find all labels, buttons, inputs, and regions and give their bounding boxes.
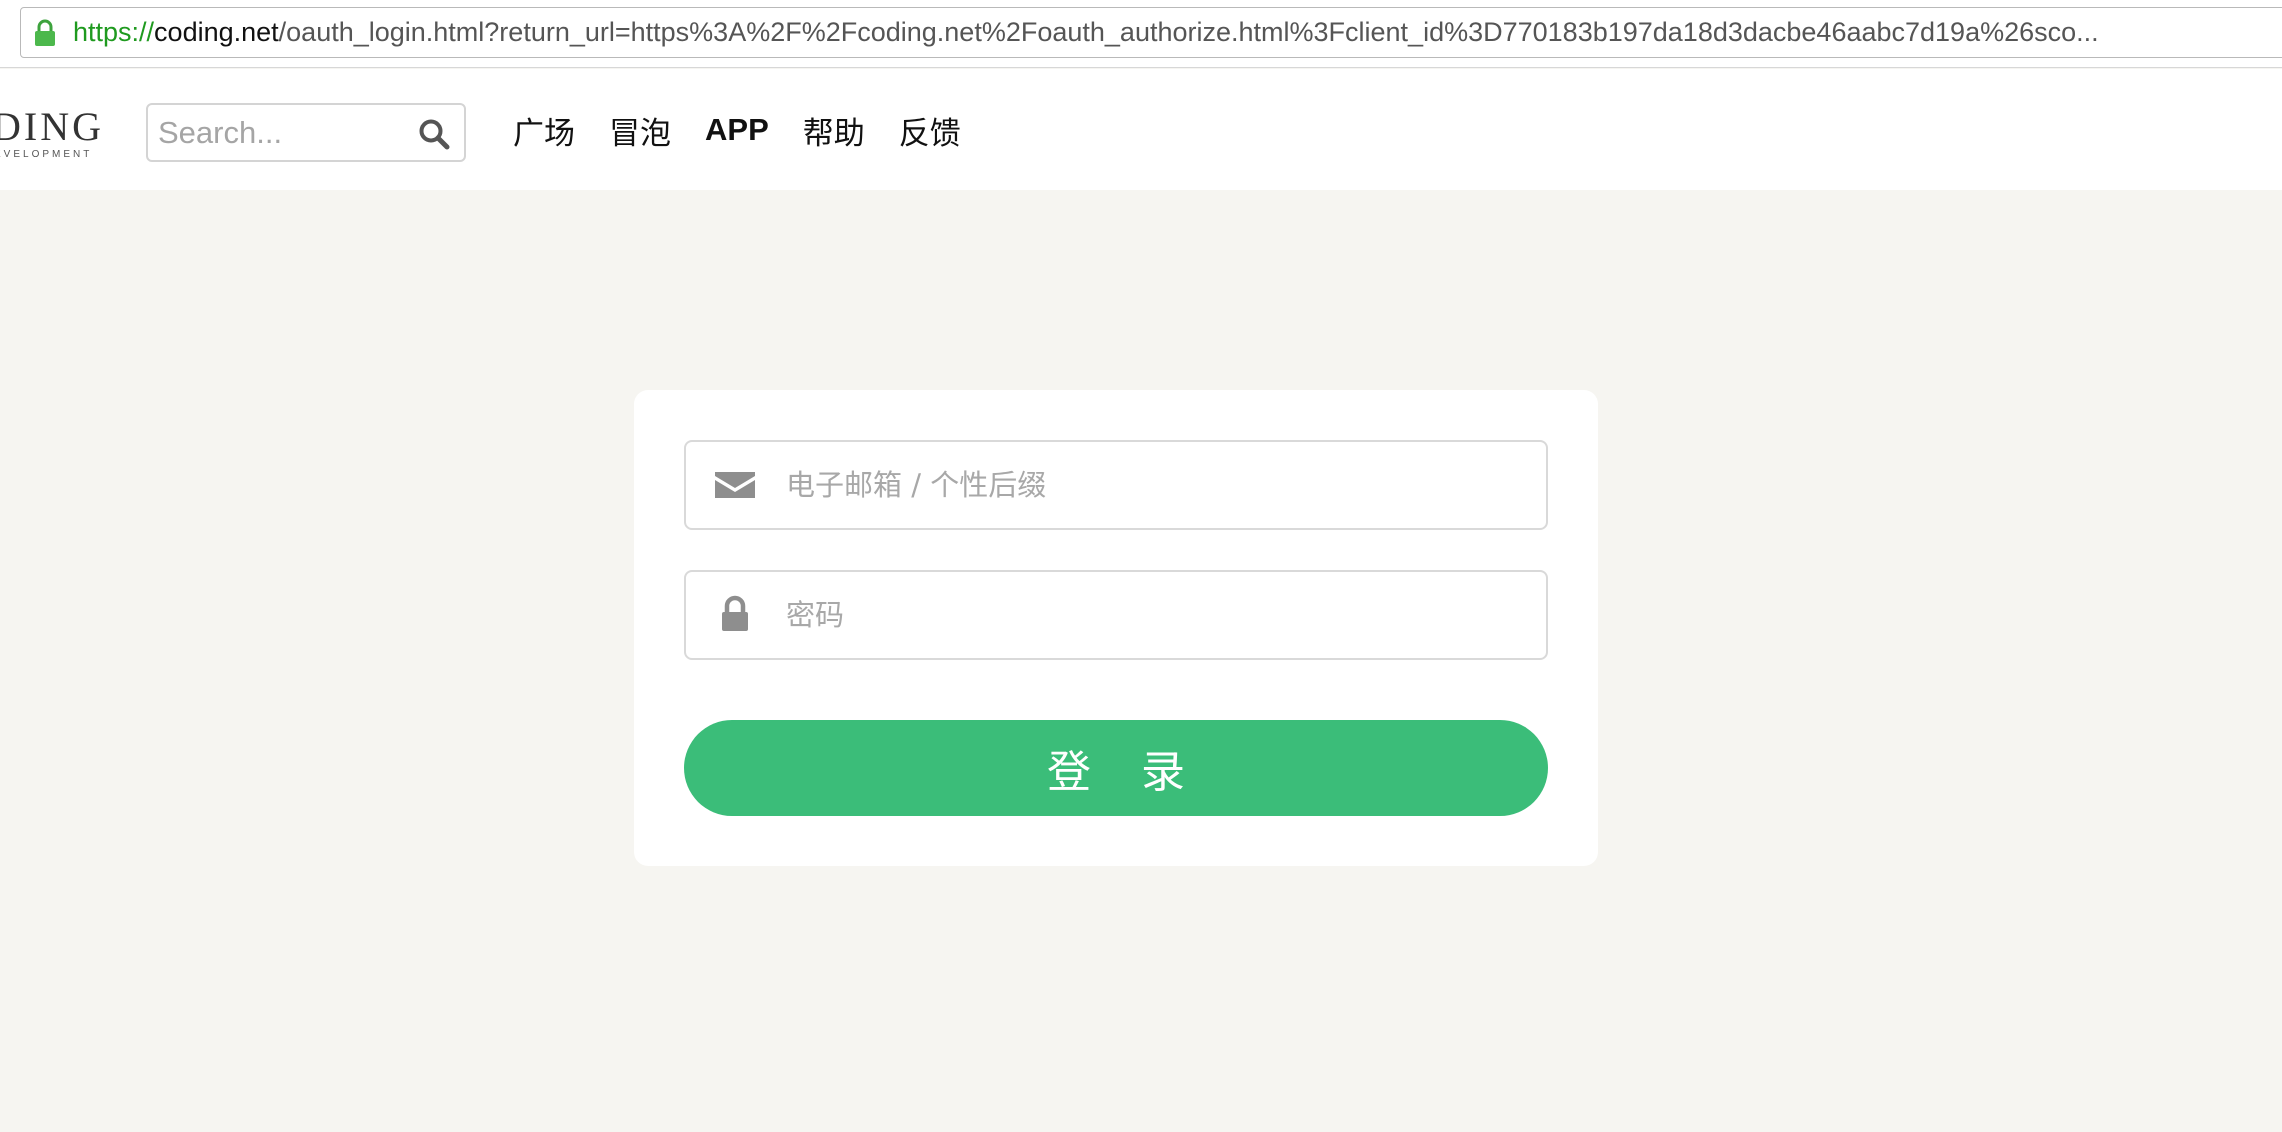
login-card: 登 录 xyxy=(634,390,1598,866)
nav-item-square[interactable]: 广场 xyxy=(513,108,575,153)
envelope-icon xyxy=(715,472,755,498)
email-input[interactable] xyxy=(786,454,1526,516)
main-nav: 广场 冒泡 APP 帮助 反馈 xyxy=(513,100,995,160)
site-logo[interactable]: DING EVELOPMENT xyxy=(0,107,102,165)
password-input[interactable] xyxy=(786,584,1526,646)
url-scheme: https:// xyxy=(73,17,155,47)
search-box xyxy=(146,103,466,162)
nav-item-app[interactable]: APP xyxy=(705,112,769,148)
browser-toolbar: https://coding.net/oauth_login.html?retu… xyxy=(0,0,2282,68)
url-domain: coding.net xyxy=(154,17,279,47)
url-text: https://coding.net/oauth_login.html?retu… xyxy=(73,8,2099,57)
lock-icon xyxy=(722,595,748,631)
url-path: /oauth_login.html?return_url=https%3A%2F… xyxy=(278,17,2099,47)
nav-item-bubble[interactable]: 冒泡 xyxy=(609,108,671,153)
logo-subtext: EVELOPMENT xyxy=(0,149,93,160)
email-field[interactable] xyxy=(684,440,1548,530)
site-header: DING EVELOPMENT 广场 冒泡 APP 帮助 反馈 xyxy=(0,69,2282,190)
logo-text: DING xyxy=(0,104,104,149)
lock-icon xyxy=(35,19,55,46)
nav-item-feedback[interactable]: 反馈 xyxy=(899,108,961,153)
password-field[interactable] xyxy=(684,570,1548,660)
search-icon[interactable] xyxy=(418,118,450,150)
login-button[interactable]: 登 录 xyxy=(684,720,1548,816)
nav-item-help[interactable]: 帮助 xyxy=(803,108,865,153)
address-bar[interactable]: https://coding.net/oauth_login.html?retu… xyxy=(20,7,2282,58)
search-input[interactable] xyxy=(158,111,408,154)
